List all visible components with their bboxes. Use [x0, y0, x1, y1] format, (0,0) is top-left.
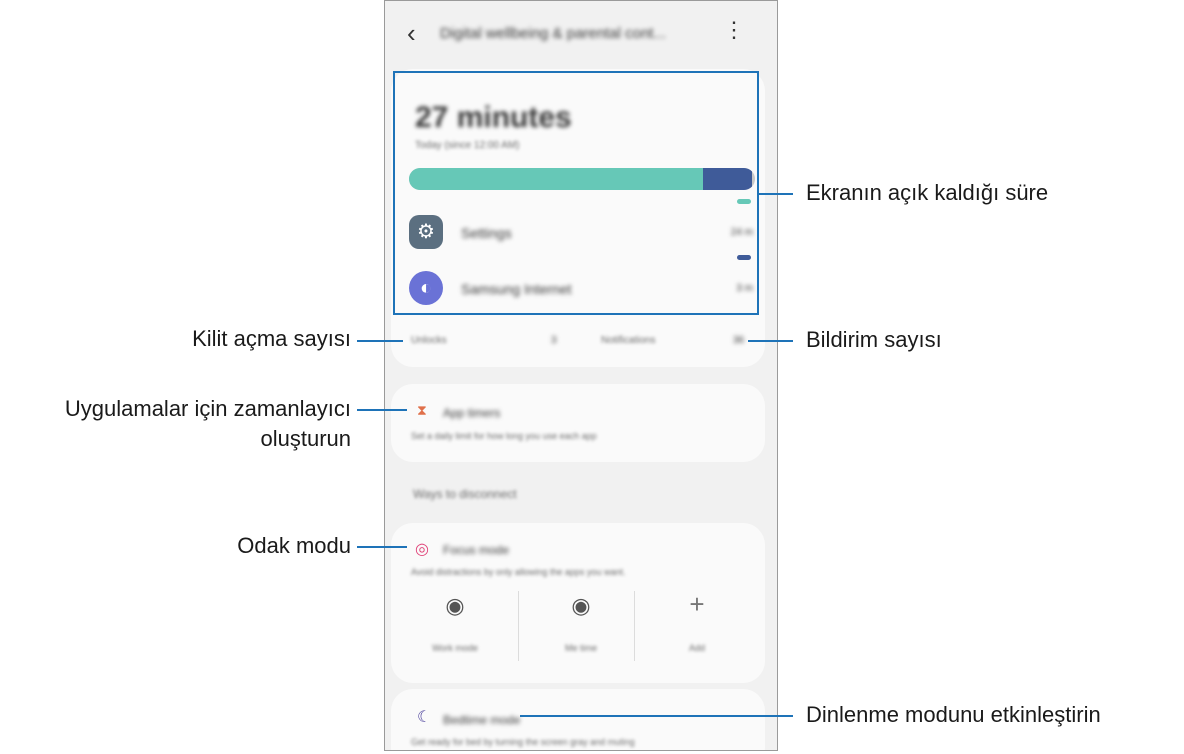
section-heading: Ways to disconnect: [413, 487, 517, 501]
add-mode-button[interactable]: + Add: [635, 583, 759, 663]
focus-mode-description: Avoid distractions by only allowing the …: [411, 567, 626, 577]
mode-label: Me time: [564, 643, 597, 653]
app-timers-title: App timers: [443, 406, 501, 420]
hourglass-icon: ⧗: [417, 402, 427, 418]
bedtime-mode-title: Bedtime mode: [443, 713, 521, 727]
callout-line: [759, 193, 793, 195]
target-icon: ◎: [415, 541, 429, 558]
callout-unlocks: Kilit açma sayısı: [192, 326, 351, 351]
callout-bedtime: Dinlenme modunu etkinleştirin: [806, 702, 1101, 727]
mode-label: Add: [688, 643, 705, 653]
app-timers-card[interactable]: ⧗ App timers Set a daily limit for how l…: [391, 384, 765, 462]
focus-mode-title: Focus mode: [443, 543, 510, 557]
unlocks-value: 3: [551, 335, 557, 346]
moon-icon: ☾: [417, 709, 432, 726]
more-vertical-icon[interactable]: ⋮: [723, 19, 745, 41]
work-mode-icon: ◉: [445, 593, 465, 618]
callout-focus-mode: Odak modu: [237, 533, 351, 558]
focus-mode-card[interactable]: ◎ Focus mode Avoid distractions by only …: [391, 523, 765, 683]
callout-screen-time: Ekranın açık kaldığı süre: [806, 180, 1049, 205]
me-time-icon: ◉: [571, 593, 591, 618]
me-time-button[interactable]: ◉ Me time: [519, 583, 643, 663]
mode-label: Work mode: [432, 643, 478, 653]
plus-icon: +: [689, 589, 705, 619]
callout-line: [357, 340, 403, 342]
stats-row: Unlocks 3 Notifications 36: [391, 327, 765, 355]
callout-app-timers-line2: oluşturun: [260, 426, 351, 451]
callout-notifications: Bildirim sayısı: [806, 327, 942, 352]
work-mode-button[interactable]: ◉ Work mode: [393, 583, 517, 663]
chevron-left-icon[interactable]: ‹: [407, 18, 416, 49]
callout-line: [357, 409, 407, 411]
page-title: Digital wellbeing & parental cont...: [440, 25, 666, 42]
screen-time-highlight: [393, 71, 759, 315]
bedtime-mode-description: Get ready for bed by turning the screen …: [411, 737, 635, 747]
callout-line: [520, 715, 793, 717]
bedtime-mode-card[interactable]: ☾ Bedtime mode Get ready for bed by turn…: [391, 689, 765, 750]
app-timers-description: Set a daily limit for how long you use e…: [411, 431, 597, 441]
notifications-label: Notifications: [601, 335, 656, 346]
callout-app-timers-line1: Uygulamalar için zamanlayıcı: [64, 396, 351, 421]
notifications-value: 36: [733, 335, 745, 346]
unlocks-label: Unlocks: [411, 335, 447, 346]
focus-mode-options: ◉ Work mode ◉ Me time + Add: [391, 583, 765, 663]
top-app-bar: ‹ Digital wellbeing & parental cont... ⋮: [385, 1, 777, 63]
callout-line: [748, 340, 793, 342]
callout-line: [357, 546, 407, 548]
